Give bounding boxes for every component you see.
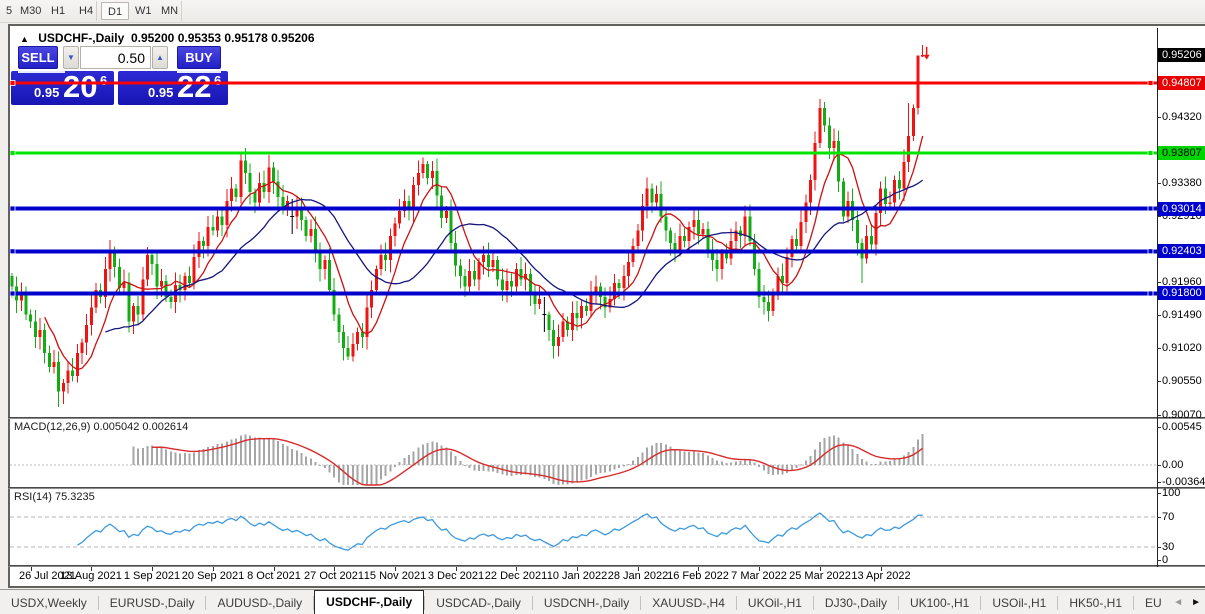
date-label: 13 Apr 2022 (851, 570, 911, 582)
price-tick (1157, 117, 1161, 118)
date-label: 28 Jan 2022 (607, 570, 669, 582)
date-label: 15 Nov 2021 (363, 570, 427, 582)
tab-audusd-daily[interactable]: AUDUSD-,Daily (206, 593, 313, 614)
rsi-tick (1157, 493, 1161, 494)
symbol-tabbar: USDX,Weekly EURUSD-,Daily AUDUSD-,Daily USD… (0, 589, 1205, 614)
date-label: 13 Aug 2021 (60, 570, 122, 582)
price-level-badge: 0.93014 (1158, 202, 1205, 216)
rsi-label: RSI(14) 75.3235 (14, 491, 95, 503)
macd-tick-label: 0.00 (1162, 459, 1184, 471)
price-level-badge: 0.92403 (1158, 244, 1205, 258)
timeframe-button-D1[interactable]: D1 (101, 2, 130, 20)
tab-uk100-h1[interactable]: UK100-,H1 (899, 593, 980, 614)
price-level-badge: 0.93807 (1158, 146, 1205, 160)
price-tick (1157, 183, 1161, 184)
price-tick (1157, 282, 1161, 283)
price-tick (1157, 315, 1161, 316)
date-label: 22 Dec 2021 (484, 570, 548, 582)
rsi-pane[interactable] (10, 489, 1157, 565)
tab-usdcad-daily[interactable]: USDCAD-,Daily (425, 593, 532, 614)
tab-usoil-h1[interactable]: USOil-,H1 (981, 593, 1057, 614)
tab-xauusd-h4[interactable]: XAUUSD-,H4 (641, 593, 736, 614)
date-label: 8 Oct 2021 (247, 570, 301, 582)
macd-tick (1157, 482, 1161, 483)
rsi-tick-label: 100 (1162, 487, 1181, 499)
tabs-scroll-left-button[interactable]: ◄ (1169, 593, 1187, 614)
tab-ukoil-h1[interactable]: UKOil-,H1 (737, 593, 813, 614)
date-label: 3 Dec 2021 (427, 570, 485, 582)
price-tick (1157, 381, 1161, 382)
date-label: 25 Mar 2022 (789, 570, 851, 582)
rsi-tick (1157, 517, 1161, 518)
macd-tick-label: 0.00545 (1162, 421, 1202, 433)
rsi-tick-label: 0 (1162, 554, 1169, 566)
price-tick-label: 0.91490 (1162, 309, 1202, 321)
timeframe-button-W1[interactable]: W1 (129, 2, 158, 20)
price-pane[interactable] (10, 28, 1157, 417)
date-label: 16 Feb 2022 (667, 570, 729, 582)
tab-overflow[interactable]: EU (1134, 593, 1164, 614)
tab-dj30-daily[interactable]: DJ30-,Daily (814, 593, 898, 614)
price-level-badge: 0.95206 (1158, 48, 1205, 62)
rsi-tick (1157, 560, 1161, 561)
price-tick-label: 0.90550 (1162, 375, 1202, 387)
macd-label: MACD(12,26,9) 0.005042 0.002614 (14, 421, 189, 433)
date-label: 7 Mar 2022 (731, 570, 787, 582)
price-tick (1157, 415, 1161, 416)
tab-usdx-weekly[interactable]: USDX,Weekly (0, 593, 98, 614)
price-tick (1157, 216, 1161, 217)
timeframe-toolbar: 5 M30 H1 H4 D1 W1 MN (0, 0, 1205, 23)
timeframe-button-H4[interactable]: H4 (73, 2, 99, 20)
timeframe-button-H1[interactable]: H1 (45, 2, 71, 20)
pane-separator (8, 565, 1205, 567)
rsi-tick-label: 30 (1162, 541, 1175, 553)
price-tick-label: 0.91020 (1162, 342, 1202, 354)
macd-tick (1157, 465, 1161, 466)
price-level-badge: 0.91800 (1158, 286, 1205, 300)
rsi-tick (1157, 547, 1161, 548)
macd-tick (1157, 427, 1161, 428)
price-level-badge: 0.94807 (1158, 76, 1205, 90)
date-label: 20 Sep 2021 (181, 570, 245, 582)
rsi-tick-label: 70 (1162, 511, 1175, 523)
tab-hk50-h1[interactable]: HK50-,H1 (1058, 593, 1133, 614)
mt4-terminal: 5 M30 H1 H4 D1 W1 MN ▲ USDCHF-,Daily 0.95200 0… (0, 0, 1205, 614)
tabs-scroll-right-button[interactable]: ► (1187, 593, 1205, 614)
timeframe-button-M30[interactable]: M30 (14, 2, 47, 20)
price-tick-label: 0.94320 (1162, 111, 1202, 123)
tab-usdchf-daily[interactable]: USDCHF-,Daily (314, 590, 425, 614)
tab-eurusd-daily[interactable]: EURUSD-,Daily (99, 593, 206, 614)
price-tick (1157, 348, 1161, 349)
date-label: 10 Jan 2022 (546, 570, 608, 582)
timeframe-button-MN[interactable]: MN (155, 2, 184, 20)
tab-usdcnh-daily[interactable]: USDCNH-,Daily (533, 593, 640, 614)
date-label: 27 Oct 2021 (304, 570, 364, 582)
price-tick-label: 0.93380 (1162, 177, 1202, 189)
date-label: 1 Sep 2021 (123, 570, 181, 582)
